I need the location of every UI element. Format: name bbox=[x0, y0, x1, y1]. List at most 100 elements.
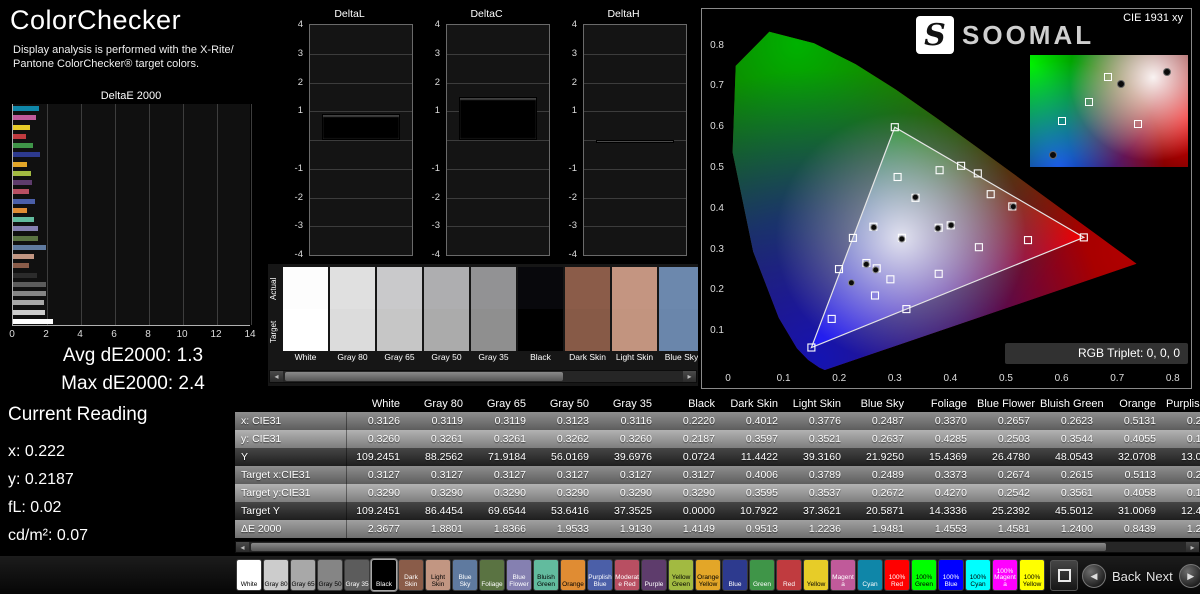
gridline bbox=[447, 54, 549, 55]
axis-tick-label: -4 bbox=[420, 249, 440, 260]
patch-button-blue-sky[interactable]: Blue Sky bbox=[452, 559, 478, 591]
table-cell: 0.2672 bbox=[851, 484, 914, 502]
patch-button-label: Moderate Red bbox=[615, 575, 639, 590]
scroll-left-button[interactable]: ◂ bbox=[236, 542, 249, 552]
axis-tick-label: 14 bbox=[240, 329, 260, 340]
scroll-right-button[interactable]: ▸ bbox=[1186, 542, 1199, 552]
patch-button-100-blue[interactable]: 100% Blue bbox=[938, 559, 964, 591]
back-button[interactable]: ◀ Back bbox=[1082, 560, 1141, 592]
patch-button-foliage[interactable]: Foliage bbox=[479, 559, 505, 591]
table-cell: 0.3262 bbox=[536, 430, 599, 448]
swatch-actual bbox=[659, 267, 698, 309]
gridline bbox=[115, 104, 116, 325]
patch-button-label: Gray 80 bbox=[264, 582, 287, 591]
patch-button-cyan[interactable]: Cyan bbox=[857, 559, 883, 591]
table-row-label: ΔE 2000 bbox=[235, 520, 347, 538]
swatch-column-gray-35: Gray 35 bbox=[471, 267, 516, 364]
axis-tick-label: 0.4 bbox=[939, 373, 961, 384]
table-cell: 0.2623 bbox=[1040, 412, 1103, 430]
swatch-column-gray-65: Gray 65 bbox=[377, 267, 422, 364]
patch-button-gray-80[interactable]: Gray 80 bbox=[263, 559, 289, 591]
patch-button-100-red[interactable]: 100% Red bbox=[884, 559, 910, 591]
patch-button-bluish-green[interactable]: Bluish Green bbox=[533, 559, 559, 591]
table-header-blue-sky: Blue Sky bbox=[851, 397, 914, 412]
next-button[interactable]: Next ▶ bbox=[1146, 560, 1200, 592]
swatch-scrollbar[interactable]: ◂ ▸ bbox=[269, 370, 697, 383]
patch-button-gray-35[interactable]: Gray 35 bbox=[344, 559, 370, 591]
axis-tick-label: -3 bbox=[283, 220, 303, 231]
patch-button-light-skin[interactable]: Light Skin bbox=[425, 559, 451, 591]
table-cell: 0.3119 bbox=[473, 412, 536, 430]
gridline bbox=[447, 226, 549, 227]
patch-button-green[interactable]: Green bbox=[749, 559, 775, 591]
gridline bbox=[584, 198, 686, 199]
scrollbar-thumb[interactable] bbox=[251, 543, 1106, 551]
table-scrollbar[interactable]: ◂ ▸ bbox=[235, 541, 1200, 553]
table-cell: 14.3336 bbox=[914, 502, 977, 520]
patch-button-orange[interactable]: Orange bbox=[560, 559, 586, 591]
de-bar-dark-skin bbox=[13, 263, 29, 268]
table-cell: 1.9130 bbox=[599, 520, 662, 538]
table-cell: 0.3116 bbox=[599, 412, 662, 430]
patch-button-blue-flower[interactable]: Blue Flower bbox=[506, 559, 532, 591]
table-cell: 0.2637 bbox=[851, 430, 914, 448]
table-cell: 0.2674 bbox=[977, 466, 1040, 484]
table-cell: 31.0069 bbox=[1103, 502, 1166, 520]
inset-target-marker bbox=[1104, 73, 1112, 81]
table-cell: 0.3544 bbox=[1040, 430, 1103, 448]
pattern-window-button[interactable] bbox=[1050, 560, 1078, 591]
swatch-column-gray-50: Gray 50 bbox=[424, 267, 469, 364]
table-cell: 71.9184 bbox=[473, 448, 536, 466]
de-bar-blue-flower bbox=[13, 226, 38, 231]
scroll-right-button[interactable]: ▸ bbox=[683, 371, 696, 382]
patch-button-black[interactable]: Black bbox=[371, 559, 397, 591]
patch-button-dark-skin[interactable]: Dark Skin bbox=[398, 559, 424, 591]
patch-button-white[interactable]: White bbox=[236, 559, 262, 591]
patch-button-magenta[interactable]: Magenta bbox=[830, 559, 856, 591]
patch-button-purple[interactable]: Purple bbox=[641, 559, 667, 591]
deltac-plot bbox=[446, 24, 550, 256]
de-bar-gray-80 bbox=[13, 310, 45, 315]
axis-tick-label: 0.3 bbox=[704, 244, 724, 255]
de-bar-white bbox=[13, 319, 53, 324]
patch-button-100-magenta[interactable]: 100% Magenta bbox=[992, 559, 1018, 591]
patch-button-blue[interactable]: Blue bbox=[722, 559, 748, 591]
patch-button-yellow[interactable]: Yellow bbox=[803, 559, 829, 591]
patch-button-purplish-blue[interactable]: Purplish Blue bbox=[587, 559, 613, 591]
target-row-label: Target bbox=[269, 311, 282, 353]
axis-tick-label: 0 bbox=[717, 373, 739, 384]
swatch-label: White bbox=[283, 351, 328, 364]
patch-button-yellow-green[interactable]: Yellow Green bbox=[668, 559, 694, 591]
gridline bbox=[47, 104, 48, 325]
measured-marker bbox=[873, 267, 879, 273]
scroll-left-button[interactable]: ◂ bbox=[270, 371, 283, 382]
scrollbar-thumb[interactable] bbox=[285, 372, 563, 381]
gridline bbox=[310, 140, 412, 141]
patch-button-orange-yellow[interactable]: Orange Yellow bbox=[695, 559, 721, 591]
patch-button-moderate-red[interactable]: Moderate Red bbox=[614, 559, 640, 591]
gridline bbox=[447, 198, 549, 199]
patch-button-100-cyan[interactable]: 100% Cyan bbox=[965, 559, 991, 591]
patch-button-100-green[interactable]: 100% Green bbox=[911, 559, 937, 591]
patch-button-gray-50[interactable]: Gray 50 bbox=[317, 559, 343, 591]
de-bar-gray-65 bbox=[13, 300, 44, 305]
patch-button-100-yellow[interactable]: 100% Yellow bbox=[1019, 559, 1045, 591]
table-cell: 1.2400 bbox=[1040, 520, 1103, 538]
axis-tick-label: 12 bbox=[206, 329, 226, 340]
table-cell: 0.3290 bbox=[410, 484, 473, 502]
patch-button-label: Gray 35 bbox=[345, 582, 368, 591]
swatch-target bbox=[283, 309, 328, 351]
swatch-target bbox=[471, 309, 516, 351]
back-arrow-icon: ◀ bbox=[1091, 571, 1098, 581]
table-cell: 0.2489 bbox=[851, 466, 914, 484]
swatch-label: Light Skin bbox=[612, 351, 657, 364]
patch-button-red[interactable]: Red bbox=[776, 559, 802, 591]
table-cell: 2.3677 bbox=[347, 520, 410, 538]
table-header-gray-35: Gray 35 bbox=[599, 397, 662, 412]
rgb-gamut-inset bbox=[1030, 55, 1188, 167]
patch-button-gray-65[interactable]: Gray 65 bbox=[290, 559, 316, 591]
table-header-bluish-green: Bluish Green bbox=[1040, 397, 1103, 412]
axis-tick-label: -3 bbox=[557, 220, 577, 231]
axis-tick-label: 0.8 bbox=[704, 40, 724, 51]
table-row-label: Y bbox=[235, 448, 347, 466]
